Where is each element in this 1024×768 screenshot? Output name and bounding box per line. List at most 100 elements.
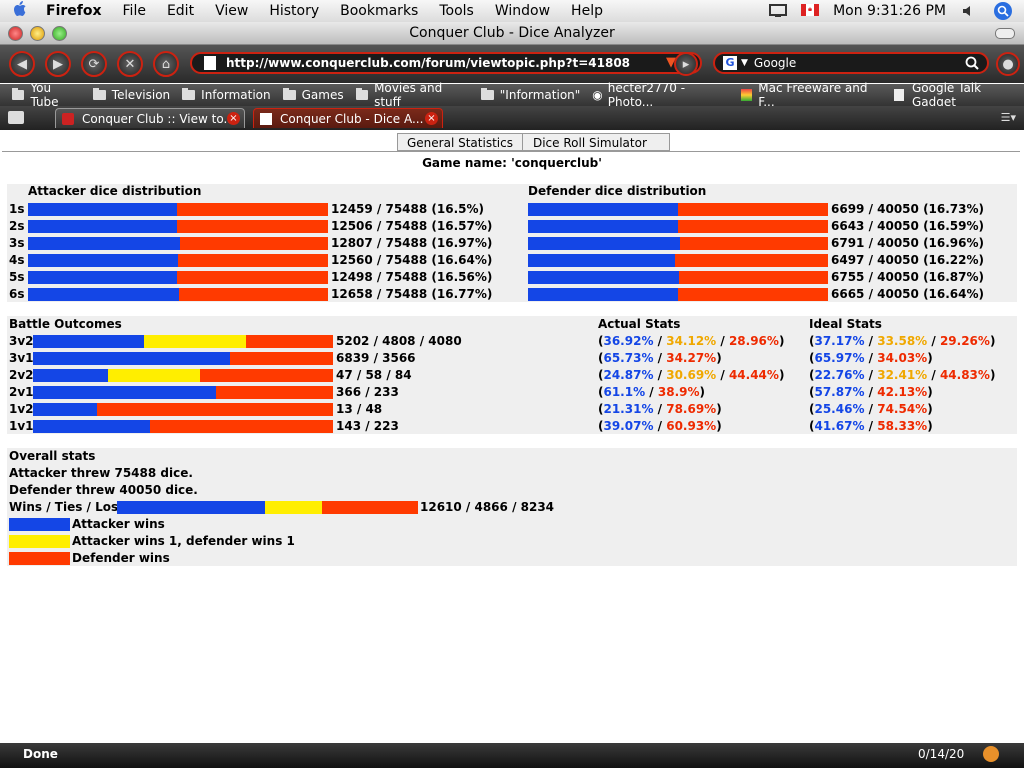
bookmark-games[interactable]: Games <box>282 88 344 102</box>
percent-value: 30.69% <box>666 368 717 382</box>
addon-icon[interactable] <box>983 746 999 762</box>
defender-wins-segment <box>246 335 333 348</box>
forward-button[interactable]: ▶ <box>45 51 71 77</box>
close-tab-icon[interactable]: × <box>227 112 240 125</box>
dice-bar-rest <box>678 203 828 216</box>
clock[interactable]: Mon 9:31:26 PM <box>833 3 946 19</box>
bookmark-label: hecter2770 - Photo... <box>607 81 686 109</box>
actual-stats-header: Actual Stats <box>598 317 681 331</box>
menu-edit[interactable]: Edit <box>167 3 194 19</box>
menu-bookmarks[interactable]: Bookmarks <box>340 3 418 19</box>
close-tab-icon[interactable]: × <box>425 112 438 125</box>
search-placeholder[interactable]: Google <box>754 56 796 70</box>
bookmark-youtube[interactable]: You Tube <box>12 81 81 109</box>
attacker-wins-segment <box>33 403 97 416</box>
attacker-wins-segment <box>33 352 230 365</box>
reload-button[interactable]: ⟳ <box>81 51 107 77</box>
canada-flag-icon[interactable] <box>801 4 820 18</box>
percent-value: 22.76% <box>814 368 865 382</box>
legend-defender-swatch <box>9 552 70 565</box>
menu-help[interactable]: Help <box>571 3 603 19</box>
google-icon[interactable]: G <box>723 56 737 70</box>
defender-wins-segment <box>216 386 333 399</box>
toolbar-toggle-button[interactable] <box>995 28 1015 39</box>
tab-list-icon[interactable]: ☰▾ <box>1001 111 1016 124</box>
spotlight-icon[interactable] <box>994 2 1012 20</box>
bookmark-photobucket[interactable]: ◉ hecter2770 - Photo... <box>592 81 728 109</box>
bookmark-information-quoted[interactable]: "Information" <box>480 88 580 102</box>
folder-icon <box>92 88 106 100</box>
dice-row-label: 6s <box>9 287 25 301</box>
legend-attacker-swatch <box>9 518 70 531</box>
back-button[interactable]: ◀ <box>9 51 35 77</box>
menu-history[interactable]: History <box>269 3 319 19</box>
conquer-club-favicon <box>62 112 74 125</box>
bookmark-label: Information <box>201 88 271 102</box>
search-bar[interactable]: G ▼ Google <box>713 52 989 74</box>
menu-file[interactable]: File <box>123 3 146 19</box>
legend-tie-swatch <box>9 535 70 548</box>
percent-value: 78.69% <box>666 402 717 416</box>
menu-tools[interactable]: Tools <box>439 3 474 19</box>
percent-value: 65.73% <box>603 351 654 365</box>
battle-row-label: 3v1 <box>9 351 34 365</box>
attacker-dice-header: Attacker dice distribution <box>28 184 202 198</box>
battle-bar <box>33 403 333 416</box>
battle-row-values: 5202 / 4808 / 4080 <box>336 334 462 348</box>
tab-conquer-club-view-topic[interactable]: Conquer Club :: View to... × <box>55 108 245 128</box>
percent-value: 28.96% <box>728 334 779 348</box>
attacker-wins-segment <box>33 386 216 399</box>
home-button[interactable]: ⌂ <box>153 51 179 77</box>
dice-bar-share <box>28 288 179 301</box>
dice-row-value: 6791 / 40050 (16.96%) <box>831 236 985 250</box>
tab-general-statistics[interactable]: General Statistics <box>397 133 523 151</box>
dice-row-value: 6699 / 40050 (16.73%) <box>831 202 985 216</box>
dice-bar-share <box>28 203 177 216</box>
bookmark-television[interactable]: Television <box>92 88 170 102</box>
battle-bar <box>33 335 333 348</box>
window-titlebar: Conquer Club - Dice Analyzer <box>0 22 1024 45</box>
search-engine-dropdown-icon[interactable]: ▼ <box>741 58 748 68</box>
app-menu[interactable]: Firefox <box>46 3 102 19</box>
mac-menubar: Firefox File Edit View History Bookmarks… <box>0 0 1024 23</box>
status-text: Done <box>23 747 58 761</box>
url-bar[interactable]: http://www.conquerclub.com/forum/viewtop… <box>190 52 702 74</box>
search-icon[interactable] <box>965 56 979 73</box>
dice-bar <box>528 220 828 233</box>
bookmark-google-talk[interactable]: Google Talk Gadget <box>894 81 1024 109</box>
tab-dice-roll-simulator[interactable]: Dice Roll Simulator <box>522 133 670 151</box>
dice-row-value: 6665 / 40050 (16.64%) <box>831 287 985 301</box>
firefox-menu-button[interactable]: ● <box>996 52 1020 76</box>
dice-bar-share <box>28 271 177 284</box>
tab-dice-analyzer[interactable]: Conquer Club - Dice A... × <box>253 108 443 128</box>
attacker-wins-segment <box>33 335 144 348</box>
dice-bar <box>28 220 328 233</box>
bookmark-movies[interactable]: Movies and stuff <box>355 81 469 109</box>
percent-value: 37.17% <box>814 334 865 348</box>
percent-value: 33.58% <box>877 334 928 348</box>
battle-bar <box>33 352 333 365</box>
battle-bar <box>33 369 333 382</box>
bookmark-mac-freeware[interactable]: Mac Freeware and F... <box>740 81 883 109</box>
percent-value: 36.92% <box>603 334 654 348</box>
status-bar: Done 0/14/20 <box>0 743 1024 768</box>
ideal-stats-header: Ideal Stats <box>809 317 882 331</box>
bookmark-label: Google Talk Gadget <box>911 81 982 109</box>
dice-row-value: 12459 / 75488 (16.5%) <box>331 202 485 216</box>
display-icon[interactable] <box>769 4 788 18</box>
new-tab-icon[interactable] <box>8 111 24 124</box>
defender-wins-segment <box>230 352 333 365</box>
menu-view[interactable]: View <box>215 3 248 19</box>
volume-icon[interactable] <box>962 4 980 18</box>
url-text[interactable]: http://www.conquerclub.com/forum/viewtop… <box>226 56 630 70</box>
go-button[interactable]: ▸ <box>674 52 698 76</box>
defender-wins-segment <box>200 369 333 382</box>
percent-value: 74.54% <box>877 402 928 416</box>
battle-row-label: 1v1 <box>9 419 34 433</box>
stop-button[interactable]: ✕ <box>117 51 143 77</box>
apple-menu-icon[interactable] <box>14 1 34 21</box>
percent-value: 34.12% <box>666 334 717 348</box>
dice-row-value: 6755 / 40050 (16.87%) <box>831 270 985 284</box>
menu-window[interactable]: Window <box>495 3 550 19</box>
bookmark-information[interactable]: Information <box>182 88 271 102</box>
